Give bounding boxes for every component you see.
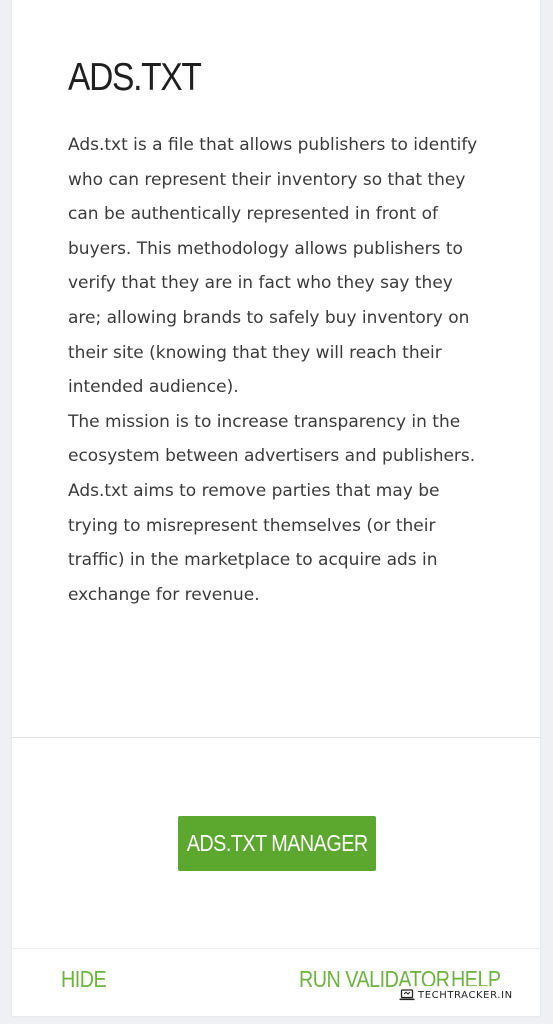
hide-button[interactable]: HIDE xyxy=(61,966,107,993)
ads-txt-manager-button-label: ADS.TXT MANAGER xyxy=(186,830,368,856)
divider xyxy=(12,737,540,738)
page-title: ADS.TXT xyxy=(68,56,202,99)
description-paragraph-1: Ads.txt is a file that allows publishers… xyxy=(68,135,478,398)
description-paragraph-2: The mission is to increase transparency … xyxy=(68,411,476,605)
watermark: TECHTRACKER.IN xyxy=(396,986,516,1004)
laptop-icon xyxy=(399,989,415,1001)
watermark-text: TECHTRACKER.IN xyxy=(418,989,513,1001)
footer-divider xyxy=(12,948,540,949)
ads-txt-card: ADS.TXT Ads.txt is a file that allows pu… xyxy=(12,0,540,1016)
description: Ads.txt is a file that allows publishers… xyxy=(68,128,484,612)
ads-txt-manager-button[interactable]: ADS.TXT MANAGER xyxy=(178,816,376,871)
